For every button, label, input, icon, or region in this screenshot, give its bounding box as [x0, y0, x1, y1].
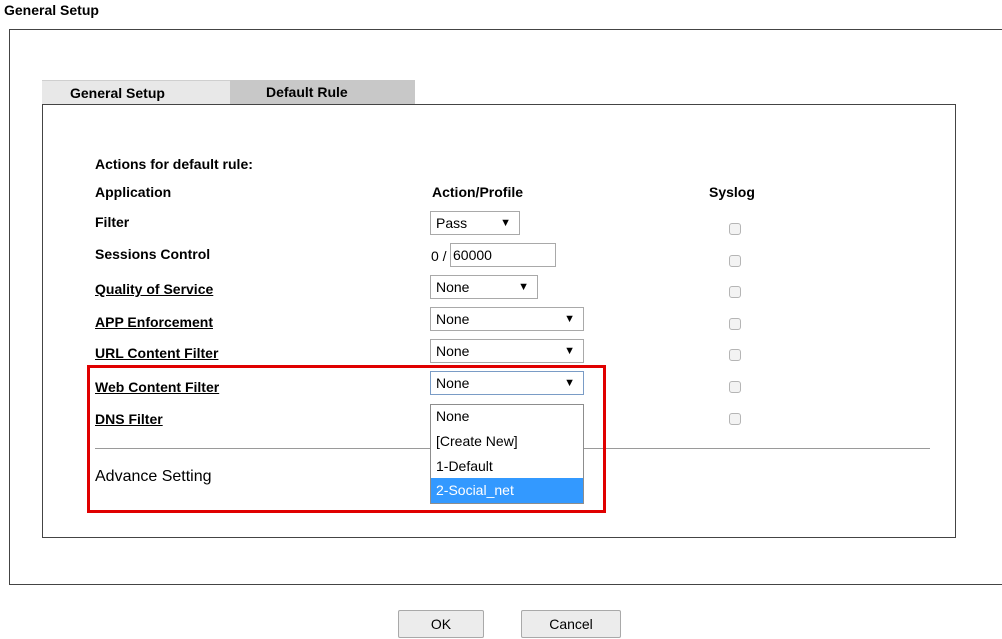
link-url-content-filter[interactable]: URL Content Filter: [95, 345, 218, 361]
link-quality-of-service[interactable]: Quality of Service: [95, 281, 213, 297]
url-content-filter-select[interactable]: None ▼: [430, 339, 584, 363]
chevron-down-icon: ▼: [500, 217, 511, 229]
column-header-action: Action/Profile: [432, 184, 524, 200]
page-title: General Setup: [4, 2, 99, 18]
row-label-filter: Filter: [95, 214, 130, 230]
qos-select-value: None: [436, 279, 470, 295]
link-app-enforcement[interactable]: APP Enforcement: [95, 314, 213, 330]
syslog-checkbox-filter[interactable]: [729, 223, 741, 235]
url-content-filter-select-value: None: [436, 343, 470, 359]
syslog-checkbox-qos[interactable]: [729, 286, 741, 298]
section-heading: Actions for default rule:: [95, 156, 253, 172]
chevron-down-icon: ▼: [564, 313, 575, 325]
tab-general-setup[interactable]: General Setup: [42, 80, 230, 104]
column-header-application: Application: [95, 184, 172, 200]
cancel-button[interactable]: Cancel: [521, 610, 621, 638]
syslog-checkbox-app-enforcement[interactable]: [729, 318, 741, 330]
app-enforcement-select-value: None: [436, 311, 470, 327]
syslog-checkbox-web-content-filter[interactable]: [729, 381, 741, 393]
sessions-current: 0 /: [431, 248, 447, 264]
tab-default-rule[interactable]: Default Rule: [230, 80, 415, 104]
filter-select[interactable]: Pass ▼: [430, 211, 520, 235]
filter-select-value: Pass: [436, 215, 468, 231]
syslog-checkbox-sessions-control[interactable]: [729, 255, 741, 267]
qos-select[interactable]: None ▼: [430, 275, 538, 299]
sessions-max-input[interactable]: 60000: [450, 243, 556, 267]
highlight-box: [87, 365, 606, 513]
syslog-checkbox-dns-filter[interactable]: [729, 413, 741, 425]
syslog-checkbox-url-content-filter[interactable]: [729, 349, 741, 361]
chevron-down-icon: ▼: [564, 345, 575, 357]
chevron-down-icon: ▼: [518, 281, 529, 293]
row-label-sessions-control: Sessions Control: [95, 246, 211, 262]
app-enforcement-select[interactable]: None ▼: [430, 307, 584, 331]
ok-button[interactable]: OK: [398, 610, 484, 638]
column-header-syslog: Syslog: [709, 184, 755, 200]
